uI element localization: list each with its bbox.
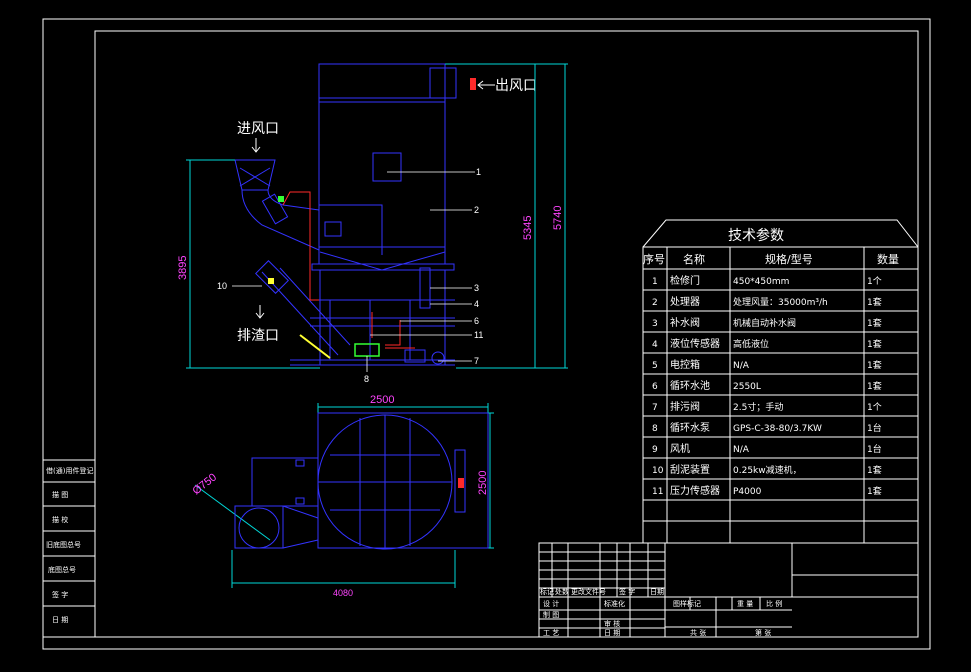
tb-design: 设 计	[543, 599, 559, 608]
th-no: 序号	[643, 252, 665, 266]
dim-3895: 3895	[177, 256, 189, 280]
tech-table-cell: 7	[652, 403, 658, 413]
tech-table-cell: 1套	[867, 380, 882, 392]
tb-sign: 签 字	[619, 587, 635, 596]
tech-table-cell: 排污阀	[670, 400, 700, 413]
callout-11: 11	[474, 330, 483, 340]
strip-label: 旧底图总号	[46, 540, 81, 549]
dim-2500-side: 2500	[477, 471, 489, 495]
tech-table-cell: 处理风量：35000m³/h	[733, 296, 828, 308]
tech-table-cell: 循环水泵	[670, 421, 710, 434]
tech-table-cell: 循环水池	[670, 379, 710, 392]
tech-table-cell: 1	[652, 277, 658, 287]
tech-table-cell: 处理器	[670, 296, 700, 308]
tech-table-cell: 2550L	[733, 382, 761, 392]
tech-table-cell: 1套	[867, 296, 882, 308]
tech-table-cell: 10	[652, 466, 664, 476]
tb-pattern-mark: 图样标记	[673, 599, 701, 608]
dim-2500-top: 2500	[370, 394, 394, 406]
dim-dia-750: Ø750	[190, 471, 219, 497]
tech-table-cell: 2.5寸；手动	[733, 401, 783, 413]
tech-table-cell: 1套	[867, 464, 882, 476]
tech-table-cell: N/A	[733, 361, 750, 371]
dim-5740: 5740	[552, 206, 564, 230]
side-flange-marker	[458, 478, 464, 488]
tb-standard: 标准化	[604, 599, 625, 608]
tech-table-cell: 9	[652, 445, 658, 455]
strip-label: 描 图	[52, 490, 68, 499]
tb-scale: 比 例	[766, 599, 782, 608]
callout-10: 10	[217, 281, 227, 291]
tb-date: 日期	[650, 588, 664, 596]
tech-table-cell: 1套	[867, 485, 882, 497]
tb-mark: 标记	[540, 587, 554, 596]
outlet-flange	[470, 78, 476, 90]
tech-table-cell: 压力传感器	[670, 484, 720, 497]
tb-draw: 制 图	[543, 610, 559, 619]
discharge-label: 排渣口	[237, 328, 279, 344]
th-spec: 规格/型号	[765, 252, 813, 266]
tech-table-cell: 5	[652, 361, 658, 371]
th-qty: 数量	[877, 253, 899, 266]
dim-5345: 5345	[522, 216, 534, 240]
callout-1: 1	[476, 167, 481, 177]
tech-table-rows: 1 检修门 450*450mm 1个 2 处理器 处理风量：35000m³/h 1套 3 补水阀 机…	[652, 274, 882, 497]
strip-label: 日 期	[52, 616, 68, 624]
front-elevation-view	[234, 63, 457, 366]
tech-table-cell: P4000	[733, 487, 762, 497]
strip-label: 底图总号	[48, 565, 76, 574]
tb-change-doc: 更改文件号	[571, 587, 606, 596]
callout-2: 2	[474, 205, 479, 215]
label-arrows	[251, 80, 495, 319]
tech-table-cell: 0.25kw减速机，	[733, 464, 802, 476]
tb-sheet-no: 第 张	[755, 628, 771, 637]
tech-table-title: 技术参数	[728, 227, 784, 244]
plan-view	[234, 412, 489, 550]
strip-label: 借(通)用件登记	[46, 466, 93, 475]
tech-table-cell: 电控箱	[670, 358, 700, 371]
tech-table-cell: 补水阀	[670, 316, 700, 329]
tech-table-cell: 高低液位	[733, 338, 769, 350]
tech-table-cell: 1台	[867, 422, 882, 434]
strip-label: 签 字	[52, 590, 68, 599]
tech-table-cell: 1套	[867, 359, 882, 371]
tech-table-cell: 刮泥装置	[670, 463, 710, 476]
tb-weight: 重 量	[737, 600, 753, 608]
callout-4: 4	[474, 299, 479, 309]
tech-table-cell: 11	[652, 487, 663, 497]
tb-date2: 日 期	[604, 629, 620, 637]
tech-table-cell: 4	[652, 340, 658, 350]
callout-6: 6	[474, 316, 479, 326]
tech-table-cell: 1个	[867, 276, 882, 287]
inlet-label: 进风口	[237, 121, 279, 137]
dim-4080: 4080	[333, 588, 353, 598]
tech-table-cell: 3	[652, 319, 658, 329]
tb-review: 审 核	[604, 619, 620, 628]
tb-total-sheets: 共 张	[690, 628, 706, 637]
tech-table-cell: 机械自动补水阀	[733, 317, 796, 329]
cad-drawing-canvas: 借(通)用件登记 描 图 描 校 旧底图总号 底图总号 签 字 日 期 出风口 …	[42, 18, 931, 650]
callout-8: 8	[364, 374, 369, 384]
tech-table-cell: 1台	[867, 443, 882, 455]
tech-table-cell: 检修门	[670, 274, 700, 287]
tech-table-cell: 1套	[867, 317, 882, 329]
callout-3: 3	[474, 283, 479, 293]
tech-table-cell: 1个	[867, 402, 882, 413]
tb-count: 处数	[555, 587, 569, 596]
tech-table-cell: GPS-C-38-80/3.7KW	[733, 424, 822, 434]
tb-process: 工 艺	[543, 629, 559, 637]
tech-table-cell: 2	[652, 298, 658, 308]
tech-table-cell: 风机	[670, 442, 690, 455]
tech-table-cell: N/A	[733, 445, 750, 455]
tech-table-cell: 液位传感器	[670, 337, 720, 350]
tech-table-cell: 450*450mm	[733, 277, 789, 287]
tech-table-cell: 6	[652, 382, 658, 392]
th-name: 名称	[683, 252, 705, 266]
strip-label: 描 校	[52, 515, 68, 524]
tech-table-cell: 8	[652, 424, 658, 434]
outlet-label: 出风口	[495, 78, 537, 94]
tech-table-cell: 1套	[867, 338, 882, 350]
drawing-frame	[42, 18, 931, 650]
callout-7: 7	[474, 356, 479, 366]
